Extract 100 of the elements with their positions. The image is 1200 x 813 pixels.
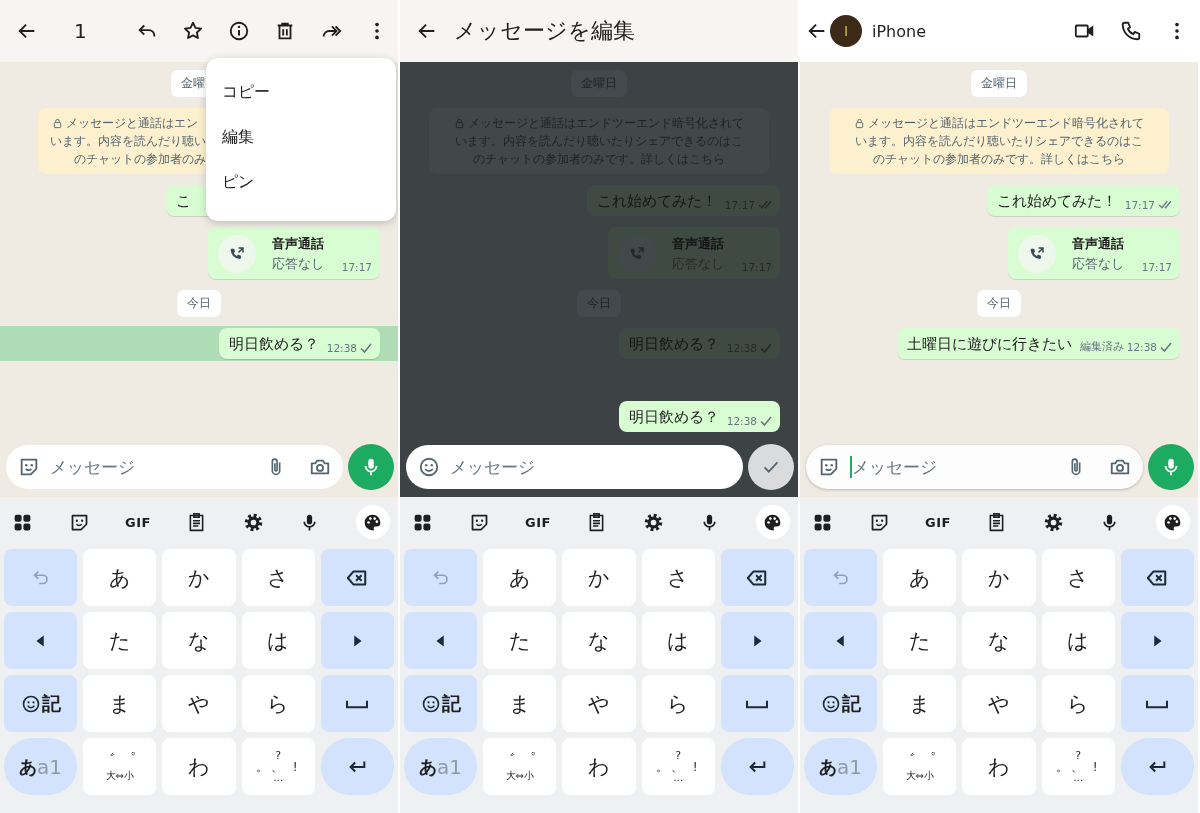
theme-button[interactable] — [356, 505, 390, 539]
theme-button[interactable] — [756, 505, 790, 539]
selection-count: 1 — [74, 19, 87, 43]
keyboard-key[interactable]: ゛゜ 大⇔小 — [83, 738, 157, 795]
star-icon[interactable] — [182, 20, 204, 42]
notice-text: のチャットの参加者のみ — [74, 151, 206, 168]
input-mode-key[interactable]: あa1 — [404, 738, 478, 795]
placeholder-text: メッセージ — [450, 455, 535, 479]
date-chip: 金曜日 — [971, 70, 1027, 97]
date-chip: 今日 — [177, 290, 221, 317]
message-text: 明日飲める？ — [228, 334, 319, 354]
menu-item[interactable]: 編集 — [206, 115, 396, 160]
keyboard-key[interactable]: や — [962, 675, 1036, 732]
menu-item[interactable]: ピン — [206, 160, 396, 205]
keyboard-key[interactable]: あ — [883, 549, 957, 606]
settings-icon[interactable] — [642, 511, 664, 533]
placeholder-text: メッセージ — [852, 455, 937, 479]
message-input[interactable]: メッセージ — [6, 445, 343, 489]
settings-icon[interactable] — [1042, 511, 1064, 533]
keyboard-key[interactable]: や — [562, 675, 636, 732]
lock-icon — [854, 117, 865, 129]
input-mode-key[interactable]: あa1 — [804, 738, 878, 795]
keyboard-key[interactable]: ? 。、 ! … — [641, 738, 715, 795]
call-title: 音声通話 — [1071, 235, 1124, 253]
emoji-symbol-key[interactable]: 記 — [4, 675, 78, 732]
message-time: 17:17 — [1124, 198, 1155, 211]
keyboard-key[interactable]: ま — [883, 675, 957, 732]
keyboard-key[interactable]: ら — [241, 675, 315, 732]
call-title: 音声通話 — [271, 235, 324, 253]
keyboard-key[interactable]: は — [241, 612, 315, 669]
smiley-icon — [20, 693, 41, 714]
backspace-key[interactable] — [1120, 549, 1194, 606]
keyboard-key[interactable]: あ — [483, 549, 557, 606]
message-input[interactable]: メッセージ — [806, 445, 1143, 489]
voice-message-button[interactable] — [348, 444, 394, 490]
message-text: こ — [176, 191, 191, 211]
call-status: 応答なし — [1071, 255, 1124, 273]
keyboard-key[interactable]: ゛゜ 大⇔小 — [483, 738, 557, 795]
keyboard-key[interactable]: や — [162, 675, 236, 732]
keyboard-key[interactable]: か — [162, 549, 236, 606]
keyboard-key[interactable]: わ — [962, 738, 1036, 795]
notice-text: います。内容を読んだり聴い — [50, 133, 206, 150]
gif-button[interactable]: GIF — [525, 514, 551, 530]
keyboard-key[interactable]: わ — [162, 738, 236, 795]
keyboard-key[interactable]: な — [962, 612, 1036, 669]
keyboard-key[interactable]: ? 。、 ! … — [241, 738, 315, 795]
keyboard-key[interactable]: ま — [83, 675, 157, 732]
backspace-key[interactable] — [720, 549, 794, 606]
theme-button[interactable] — [1156, 505, 1190, 539]
info-icon[interactable] — [228, 20, 250, 42]
keyboard-key[interactable]: な — [562, 612, 636, 669]
emoji-symbol-key[interactable]: 記 — [804, 675, 878, 732]
smiley-icon — [820, 693, 841, 714]
gif-button[interactable]: GIF — [925, 514, 951, 530]
keyboard-key[interactable]: た — [883, 612, 957, 669]
input-mode-key[interactable]: あa1 — [4, 738, 78, 795]
confirm-button[interactable] — [748, 444, 794, 490]
phone-icon[interactable] — [1120, 20, 1142, 42]
sticker-icon[interactable] — [18, 456, 40, 478]
gif-button[interactable]: GIF — [125, 514, 151, 530]
edited-label: 編集済み — [1079, 340, 1124, 354]
message-input[interactable]: メッセージ — [406, 445, 743, 489]
keyboard-key[interactable]: は — [641, 612, 715, 669]
keyboard-key[interactable]: か — [962, 549, 1036, 606]
date-chip: 今日 — [977, 290, 1021, 317]
smiley-icon — [420, 693, 441, 714]
keyboard-key[interactable]: は — [1041, 612, 1115, 669]
keyboard-key[interactable]: た — [83, 612, 157, 669]
lock-icon — [52, 117, 63, 129]
keyboard-key[interactable]: あ — [83, 549, 157, 606]
message-text: これ始めてみた！ — [996, 191, 1117, 211]
keyboard-key[interactable]: た — [483, 612, 557, 669]
keyboard-key[interactable]: ゛゜ 大⇔小 — [883, 738, 957, 795]
message-time: 17:17 — [341, 261, 372, 273]
keyboard-key[interactable]: ? 。、 ! … — [1041, 738, 1115, 795]
keyboard-key[interactable]: か — [562, 549, 636, 606]
text-cursor — [850, 456, 852, 478]
message-text: 明日飲める？ — [628, 407, 719, 427]
keyboard-key[interactable]: さ — [1041, 549, 1115, 606]
contact-name[interactable]: iPhone — [872, 21, 926, 41]
backspace-key[interactable] — [320, 549, 394, 606]
voice-message-button[interactable] — [1148, 444, 1194, 490]
message-text: 土曜日に遊びに行きたい — [906, 334, 1072, 354]
avatar: I — [830, 15, 862, 47]
keyboard-key[interactable]: ら — [1041, 675, 1115, 732]
keyboard-key[interactable]: な — [162, 612, 236, 669]
emoji-icon[interactable] — [418, 456, 440, 478]
keyboard-key[interactable]: ま — [483, 675, 557, 732]
keyboard-key[interactable]: さ — [641, 549, 715, 606]
screen-title: メッセージを編集 — [454, 17, 635, 45]
placeholder-text: メッセージ — [50, 455, 135, 479]
notice-text: のチャットの参加者のみです。詳しくはこちら — [873, 151, 1125, 168]
notice-text: メッセージと通話はエン — [66, 115, 198, 132]
message-time: 12:38 — [726, 415, 757, 427]
keyboard-key[interactable]: ら — [641, 675, 715, 732]
keyboard-key[interactable]: さ — [241, 549, 315, 606]
settings-icon[interactable] — [242, 511, 264, 533]
emoji-symbol-key[interactable]: 記 — [404, 675, 478, 732]
message-time: 12:38 — [326, 342, 357, 354]
keyboard-key[interactable]: わ — [562, 738, 636, 795]
